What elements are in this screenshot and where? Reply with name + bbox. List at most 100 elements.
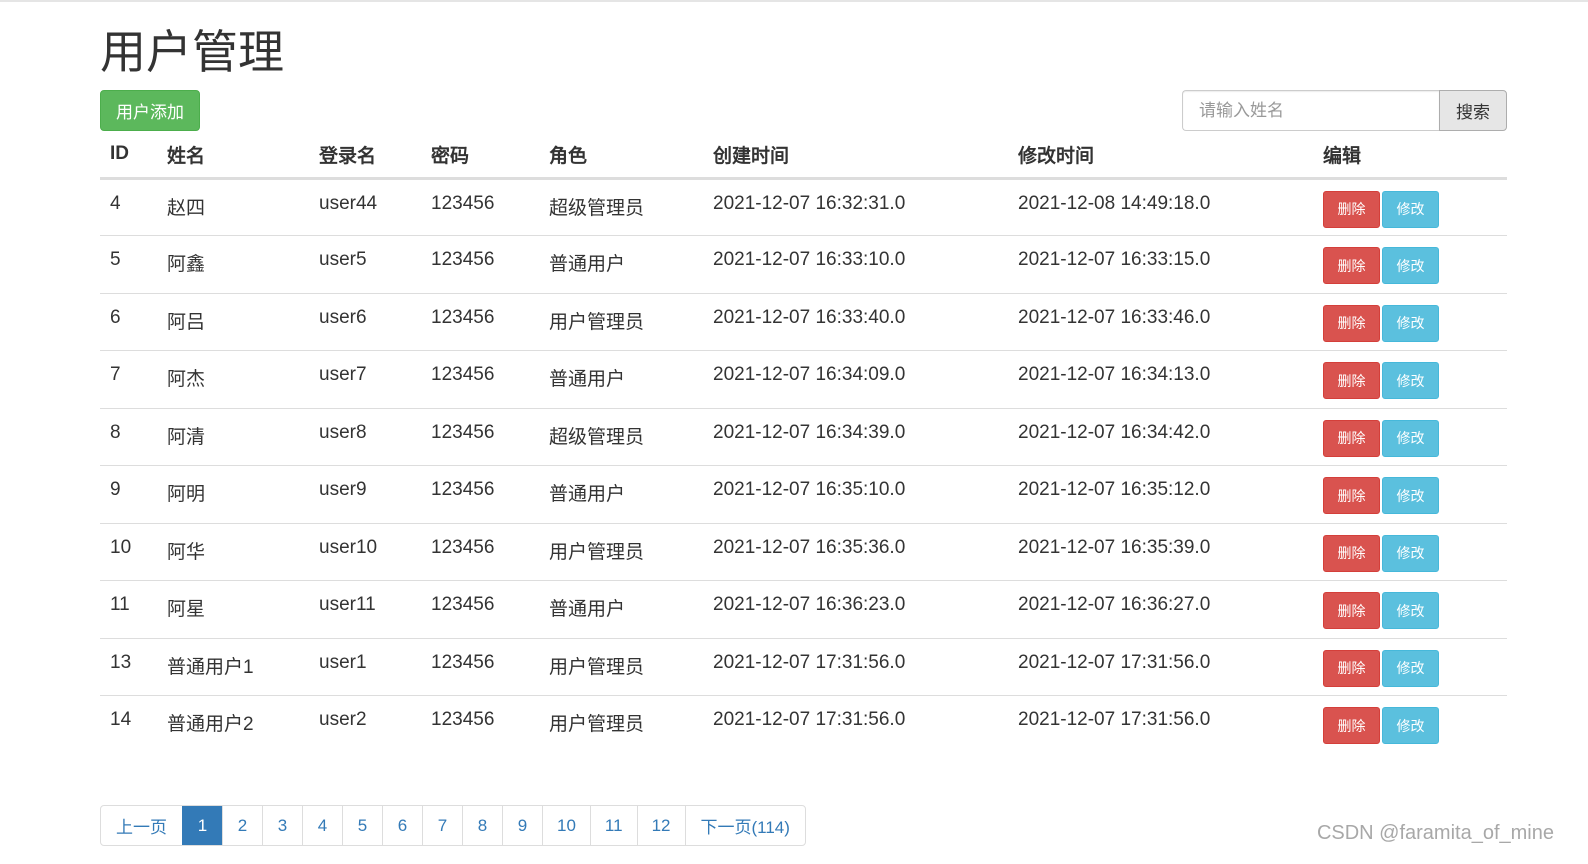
column-header-name: 姓名: [157, 132, 309, 180]
cell-actions: 删除 修改: [1313, 580, 1507, 638]
cell-password: 123456: [431, 192, 495, 214]
cell-login: user7: [309, 350, 421, 408]
cell-password: 123456: [421, 637, 539, 696]
cell-created: 2021-12-07 16:34:09.0: [703, 350, 1008, 408]
pagination-page[interactable]: 6: [382, 806, 422, 845]
cell-id: 13: [100, 637, 157, 696]
cell-password: 123456: [421, 522, 539, 581]
cell-actions: 删除 修改: [1313, 407, 1507, 466]
cell-created: 2021-12-07 16:36:23.0: [703, 580, 1008, 638]
cell-id: 11: [100, 580, 157, 638]
cell-password: 123456: [421, 580, 539, 638]
edit-button[interactable]: 修改: [1382, 707, 1439, 744]
search-input[interactable]: [1182, 90, 1439, 131]
watermark: CSDN @faramita_of_mine: [1316, 822, 1554, 844]
cell-name: 阿杰: [157, 350, 309, 408]
edit-button[interactable]: 修改: [1382, 247, 1439, 284]
edit-button[interactable]: 修改: [1382, 477, 1439, 514]
cell-id: 9: [100, 465, 157, 523]
search-group: 搜索: [1182, 90, 1507, 131]
edit-button[interactable]: 修改: [1382, 649, 1439, 687]
pagination-page[interactable]: 1: [182, 806, 222, 845]
cell-password: 123456: [421, 235, 539, 293]
cell-login: user10: [309, 522, 421, 581]
add-user-button[interactable]: 用户添加: [100, 90, 200, 131]
pagination-page[interactable]: 7: [422, 806, 462, 845]
cell-name: 赵四: [167, 197, 206, 219]
pagination-page[interactable]: 11: [589, 806, 637, 845]
table-row: 14 普通用户2 user2 123456 用户管理员 2021-12-07 17:31:…: [100, 695, 1507, 753]
delete-button[interactable]: 删除: [1323, 592, 1380, 629]
pagination-page[interactable]: 12: [636, 806, 685, 845]
column-header-id: ID: [100, 132, 157, 180]
edit-button[interactable]: 修改: [1382, 419, 1439, 457]
cell-password: 123456: [421, 465, 539, 523]
table-row: 5 阿鑫 user5 123456 普通用户 2021-12-07 16:33:10.0 2…: [100, 235, 1507, 293]
cell-id: 5: [100, 235, 157, 293]
cell-role: 超级管理员: [549, 197, 645, 219]
delete-button[interactable]: 删除: [1323, 362, 1380, 399]
pagination-page[interactable]: 2: [222, 806, 262, 845]
cell-modified: 2021-12-07 16:36:27.0: [1008, 580, 1313, 638]
cell-role: 超级管理员: [539, 407, 703, 466]
pagination-page[interactable]: 9: [502, 806, 542, 845]
cell-actions: 删除 修改: [1313, 637, 1507, 696]
cell-created: 2021-12-07 16:34:39.0: [703, 407, 1008, 466]
cell-created: 2021-12-07 16:33:10.0: [703, 235, 1008, 293]
cell-login: user11: [309, 580, 421, 638]
cell-name: 阿吕: [157, 292, 309, 351]
pagination-page[interactable]: 4: [302, 806, 342, 845]
column-header-role: 角色: [539, 132, 703, 180]
cell-modified: 2021-12-07 16:35:39.0: [1008, 522, 1313, 581]
delete-button[interactable]: 删除: [1323, 190, 1380, 228]
edit-button[interactable]: 修改: [1382, 190, 1439, 228]
cell-actions: 删除 修改: [1313, 522, 1507, 581]
pagination-page[interactable]: 3: [262, 806, 302, 845]
cell-password: 123456: [421, 407, 539, 466]
delete-button[interactable]: 删除: [1323, 649, 1380, 687]
cell-login: user2: [309, 695, 421, 753]
cell-login: user1: [309, 637, 421, 696]
cell-name: 阿清: [157, 407, 309, 466]
cell-name: 阿明: [157, 465, 309, 523]
delete-button[interactable]: 删除: [1323, 419, 1380, 457]
cell-name: 普通用户1: [157, 637, 309, 696]
edit-button[interactable]: 修改: [1382, 534, 1439, 572]
cell-created: 2021-12-07 17:31:56.0: [703, 695, 1008, 753]
pagination-page[interactable]: 5: [342, 806, 382, 845]
cell-name: 普通用户2: [157, 695, 309, 753]
cell-id: 14: [100, 695, 157, 753]
cell-login: user9: [309, 465, 421, 523]
delete-button[interactable]: 删除: [1323, 477, 1380, 514]
edit-button[interactable]: 修改: [1382, 362, 1439, 399]
cell-id: 10: [100, 522, 157, 581]
pagination-next[interactable]: 下一页(114): [684, 806, 805, 845]
cell-id: 6: [100, 292, 157, 351]
table-row: 8 阿清 user8 123456 超级管理员 2021-12-07 16:34:39.0…: [100, 407, 1507, 466]
cell-login: user6: [309, 292, 421, 351]
page-title: 用户管理: [100, 26, 284, 78]
pagination-prev[interactable]: 上一页: [101, 806, 182, 845]
table-row: 11 阿星 user11 123456 普通用户 2021-12-07 16:36:23.…: [100, 580, 1507, 638]
cell-login: user5: [309, 235, 421, 293]
edit-button[interactable]: 修改: [1382, 304, 1439, 342]
cell-created: 2021-12-07 16:35:36.0: [703, 522, 1008, 581]
cell-name: 阿星: [157, 580, 309, 638]
cell-id: 7: [100, 350, 157, 408]
cell-modified: 2021-12-07 16:33:46.0: [1008, 292, 1313, 351]
cell-actions: 删除 修改: [1313, 695, 1507, 753]
delete-button[interactable]: 删除: [1323, 304, 1380, 342]
cell-modified: 2021-12-07 16:35:12.0: [1008, 465, 1313, 523]
edit-button[interactable]: 修改: [1382, 592, 1439, 629]
table-row: 13 普通用户1 user1 123456 用户管理员 2021-12-07 17:31:…: [100, 637, 1507, 696]
pagination-page[interactable]: 8: [462, 806, 502, 845]
cell-password: 123456: [421, 292, 539, 351]
cell-name: 阿鑫: [157, 235, 309, 293]
delete-button[interactable]: 删除: [1323, 534, 1380, 572]
cell-role: 用户管理员: [539, 637, 703, 696]
search-button[interactable]: 搜索: [1439, 90, 1507, 131]
delete-button[interactable]: 删除: [1323, 247, 1380, 284]
pagination-page[interactable]: 10: [542, 806, 590, 845]
delete-button[interactable]: 删除: [1323, 707, 1380, 744]
cell-modified: 2021-12-07 17:31:56.0: [1008, 637, 1313, 696]
